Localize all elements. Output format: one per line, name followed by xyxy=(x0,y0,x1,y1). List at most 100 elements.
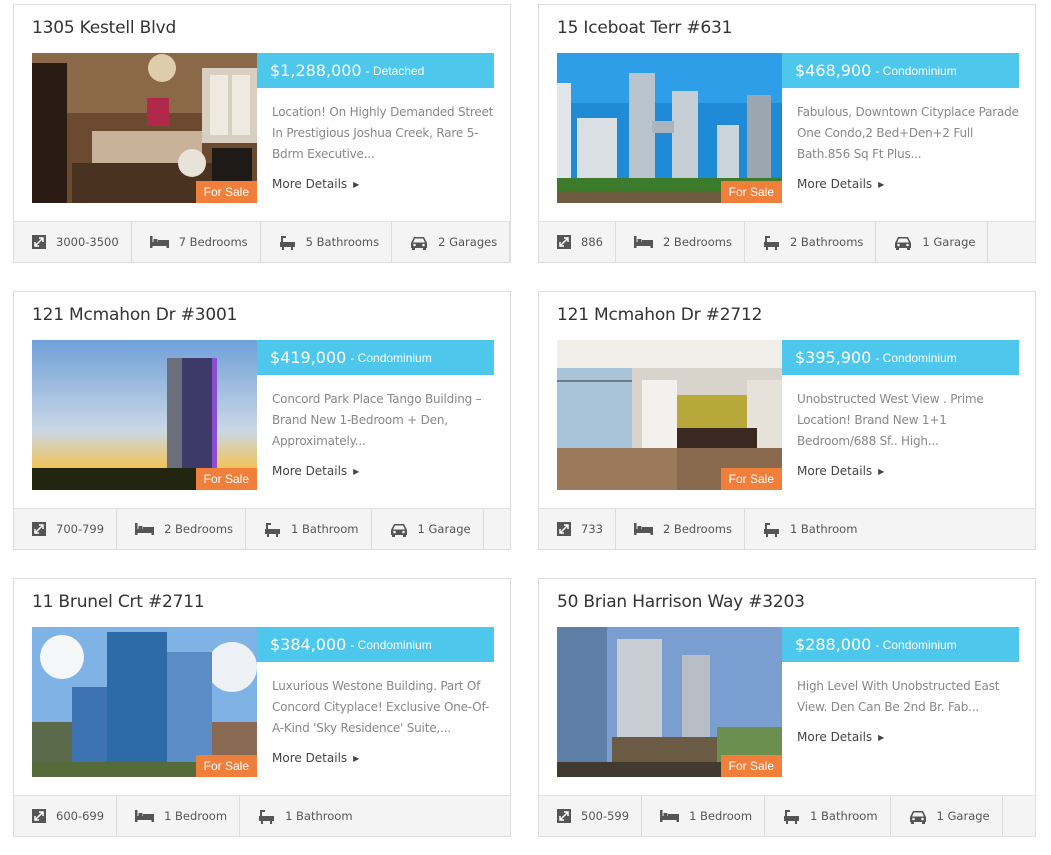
for-sale-badge: For Sale xyxy=(720,755,782,777)
stat-bedrooms: 1 Bedroom xyxy=(642,796,766,836)
stat-label: 2 Garages xyxy=(438,235,498,249)
stat-label: 733 xyxy=(581,522,603,536)
listing-stats: 886 2 Bedrooms 2 Bathrooms 1 Garage xyxy=(539,221,1035,262)
listing-description: Location! On Highly Demanded Street In P… xyxy=(272,105,494,161)
listing-card: 15 Iceboat Terr #631 For Sale $468,900 -… xyxy=(538,4,1036,263)
listing-type: - Condominium xyxy=(350,637,432,652)
bed-icon xyxy=(633,523,653,535)
bed-icon xyxy=(149,236,169,248)
listing-description: Concord Park Place Tango Building – Bran… xyxy=(272,392,482,448)
stat-label: 1 Bathroom xyxy=(285,809,353,823)
arrow-right-icon: ▶ xyxy=(878,180,885,189)
stat-bedrooms: 7 Bedrooms xyxy=(132,222,261,262)
stat-bathrooms: 5 Bathrooms xyxy=(261,222,393,262)
more-details-link[interactable]: More Details ▶ xyxy=(272,751,359,765)
stat-bathrooms: 2 Bathrooms xyxy=(745,222,877,262)
area-icon xyxy=(32,522,46,536)
more-details-label: More Details xyxy=(797,464,873,478)
more-details-link[interactable]: More Details ▶ xyxy=(272,177,359,191)
arrow-right-icon: ▶ xyxy=(353,467,360,476)
more-details-label: More Details xyxy=(272,751,348,765)
price-bar: $419,000 - Condominium xyxy=(257,340,494,375)
bed-icon xyxy=(660,810,680,822)
stat-garages: 1 Garage xyxy=(891,796,1003,836)
arrow-right-icon: ▶ xyxy=(353,754,360,763)
car-icon xyxy=(895,236,912,250)
listing-address[interactable]: 50 Brian Harrison Way #3203 xyxy=(557,592,805,612)
more-details-link[interactable]: More Details ▶ xyxy=(797,177,884,191)
stat-bathrooms: 1 Bathroom xyxy=(765,796,891,836)
more-details-link[interactable]: More Details ▶ xyxy=(272,464,359,478)
for-sale-badge: For Sale xyxy=(195,468,257,490)
stat-label: 2 Bedrooms xyxy=(164,522,234,536)
more-details-link[interactable]: More Details ▶ xyxy=(797,730,884,744)
listing-card: 121 Mcmahon Dr #3001 For Sale $419,000 -… xyxy=(13,291,511,550)
bed-icon xyxy=(135,523,155,535)
stat-label: 5 Bathrooms xyxy=(305,235,380,249)
listing-photo[interactable]: For Sale xyxy=(32,627,257,777)
bed-icon xyxy=(633,236,653,248)
bath-icon xyxy=(259,809,275,824)
stat-bedrooms: 2 Bedrooms xyxy=(616,222,745,262)
listings-grid: 1305 Kestell Blvd For Sale $1,288,000 - … xyxy=(0,0,1051,855)
stat-label: 2 Bathrooms xyxy=(789,235,864,249)
stat-bathrooms: 1 Bathroom xyxy=(240,796,364,836)
stat-area: 500-599 xyxy=(539,796,643,836)
listing-stats: 3000-3500 7 Bedrooms 5 Bathrooms 2 Garag… xyxy=(14,221,511,262)
listing-stats: 733 2 Bedrooms 1 Bathroom xyxy=(539,508,1035,549)
listing-stats: 500-599 1 Bedroom 1 Bathroom 1 Garage xyxy=(539,795,1035,836)
arrow-right-icon: ▶ xyxy=(353,180,360,189)
listing-type: - Condominium xyxy=(875,637,957,652)
listing-type: - Condominium xyxy=(350,350,432,365)
listing-type: - Detached xyxy=(365,63,425,78)
bath-icon xyxy=(279,235,295,250)
stat-label: 7 Bedrooms xyxy=(178,235,248,249)
listing-price: $384,000 xyxy=(270,635,347,654)
price-bar: $468,900 - Condominium xyxy=(782,53,1019,88)
listing-price: $419,000 xyxy=(270,348,347,367)
for-sale-badge: For Sale xyxy=(720,468,782,490)
listing-type: - Condominium xyxy=(875,350,957,365)
stat-label: 3000-3500 xyxy=(56,235,119,249)
more-details-label: More Details xyxy=(272,464,348,478)
more-details-link[interactable]: More Details ▶ xyxy=(797,464,884,478)
listing-address[interactable]: 121 Mcmahon Dr #3001 xyxy=(32,305,237,325)
listing-card: 50 Brian Harrison Way #3203 For Sale $28… xyxy=(538,578,1036,837)
stat-label: 500-599 xyxy=(581,809,630,823)
listing-type: - Condominium xyxy=(875,63,957,78)
more-details-label: More Details xyxy=(797,177,873,191)
listing-description: Unobstructed West View . Prime Location!… xyxy=(797,392,984,448)
stat-garages: 1 Garage xyxy=(876,222,989,262)
stat-area: 700-799 xyxy=(14,509,118,549)
listing-address[interactable]: 11 Brunel Crt #2711 xyxy=(32,592,205,612)
more-details-label: More Details xyxy=(797,730,873,744)
price-bar: $1,288,000 - Detached xyxy=(257,53,494,88)
bed-icon xyxy=(135,810,155,822)
stat-bedrooms: 2 Bedrooms xyxy=(616,509,745,549)
car-icon xyxy=(390,523,407,537)
area-icon xyxy=(32,809,46,823)
stat-label: 700-799 xyxy=(56,522,105,536)
for-sale-badge: For Sale xyxy=(195,181,257,203)
listing-description: Luxurious Westone Building. Part Of Conc… xyxy=(272,679,489,735)
listing-photo[interactable]: For Sale xyxy=(557,53,782,203)
listing-address[interactable]: 15 Iceboat Terr #631 xyxy=(557,18,732,38)
listing-address[interactable]: 121 Mcmahon Dr #2712 xyxy=(557,305,762,325)
listing-photo[interactable]: For Sale xyxy=(32,340,257,490)
stat-label: 2 Bedrooms xyxy=(662,522,732,536)
listing-address[interactable]: 1305 Kestell Blvd xyxy=(32,18,176,38)
stat-area: 886 xyxy=(539,222,616,262)
listing-photo[interactable]: For Sale xyxy=(557,340,782,490)
listing-photo[interactable]: For Sale xyxy=(32,53,257,203)
arrow-right-icon: ▶ xyxy=(878,733,885,742)
listing-photo[interactable]: For Sale xyxy=(557,627,782,777)
stat-area: 600-699 xyxy=(14,796,118,836)
stat-garages: 1 Garage xyxy=(372,509,484,549)
stat-label: 1 Bathroom xyxy=(291,522,359,536)
stat-area: 3000-3500 xyxy=(14,222,132,262)
stat-label: 600-699 xyxy=(56,809,105,823)
bath-icon xyxy=(265,522,281,537)
listing-price: $468,900 xyxy=(795,61,872,80)
car-icon xyxy=(909,810,926,824)
stat-label: 1 Bathroom xyxy=(810,809,878,823)
